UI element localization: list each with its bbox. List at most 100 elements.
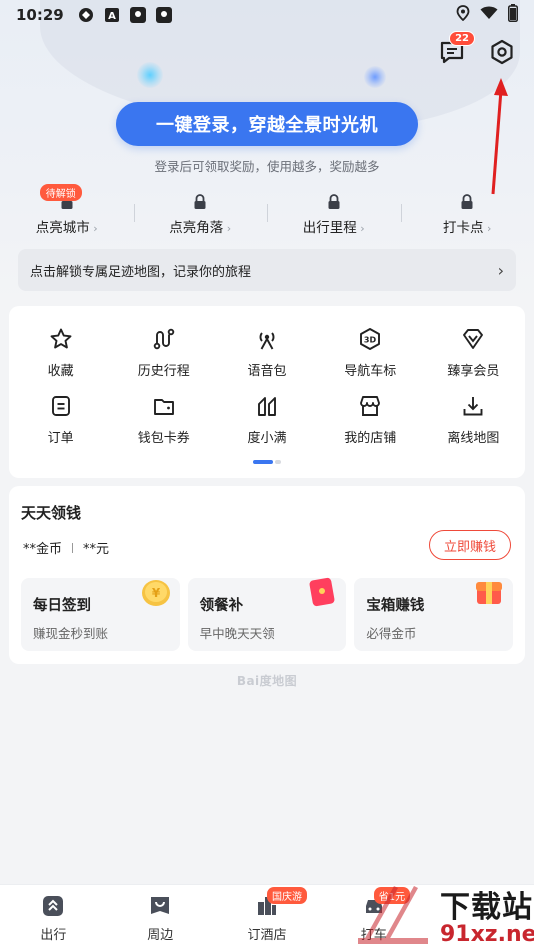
wallet-icon [151,393,177,419]
svg-text:A: A [108,11,116,22]
watermark-title: 下载站 [440,890,533,925]
status-time: 10:29 [16,6,64,24]
coin-icon: ¥ [141,580,170,606]
tab-travel[interactable]: 出行 [0,885,107,950]
tab-hotel[interactable]: 国庆游 订酒店 [214,885,321,950]
unlock-footprint-map-banner[interactable]: 点击解锁专属足迹地图，记录你的旅程 › [18,249,516,291]
pager-dot-active [253,460,273,464]
store-icon [357,393,383,419]
unlock-banner-text: 点击解锁专属足迹地图，记录你的旅程 [30,264,252,280]
route-icon [151,326,177,352]
stat-travel-mileage[interactable]: 出行里程 [267,192,401,236]
a-icon: A [104,7,121,24]
stat-badge: 待解锁 [39,184,82,201]
red-envelope-icon [309,577,335,607]
task-subtitle: 早中晚天天领 [199,626,275,641]
grid-item-label: 离线地图 [447,431,500,446]
lock-icon [461,194,473,209]
grid-item-favorites[interactable]: 收藏 [9,326,112,379]
tab-nearby[interactable]: 周边 [107,885,214,950]
lock-icon [194,194,206,209]
grid-item-my-store[interactable]: 我的店铺 [319,393,422,446]
annotation-arrow [491,78,508,195]
settings-hexagon-icon [491,39,513,65]
login-subtitle: 登录后可领取奖励，使用越多，奖励越多 [154,159,380,174]
divider [72,542,74,553]
grid-item-label: 臻享会员 [447,364,500,379]
task-meal-subsidy[interactable]: 领餐补 早中晚天天领 [187,577,347,651]
settings-button[interactable] [488,38,516,66]
grid-item-label: 语音包 [247,364,287,379]
earn-now-button[interactable]: 立即赚钱 [429,530,511,560]
travel-icon [40,893,66,919]
daily-earn-card: 天天领钱 **金币 **元 立即赚钱 每日签到 赚现金秒到账 ¥ 领餐补 早中晚… [9,486,525,664]
svg-text:¥: ¥ [151,586,160,600]
grid-item-nav-car[interactable]: 3D 导航车标 [319,326,422,379]
grid-item-duxiaoman[interactable]: 度小满 [215,393,318,446]
grid-item-orders[interactable]: 订单 [9,393,112,446]
stat-light-city[interactable]: 待解锁 点亮城市 [0,184,134,236]
earn-tasks: 每日签到 赚现金秒到账 ¥ 领餐补 早中晚天天领 宝箱赚钱 必得金币 [21,577,514,651]
stat-label: 打卡点 [443,216,491,236]
map-glow-dot [137,62,163,88]
grid-item-label: 订单 [47,431,74,446]
duxiaoman-icon [254,393,280,419]
watermark-logo [358,886,428,944]
site-watermark: 下载站 91xz.net [354,880,534,950]
task-treasure-box[interactable]: 宝箱赚钱 必得金币 [354,578,514,651]
voice-icon [254,326,280,352]
diamond-icon [460,326,486,352]
stat-label: 点亮城市 [36,216,98,236]
stat-label: 点亮角落 [169,216,231,236]
svg-text:3D: 3D [364,336,377,345]
messages-button[interactable]: 22 [438,31,475,66]
map-glow-dot [364,66,386,88]
grid-item-vip[interactable]: 臻享会员 [422,326,525,379]
coin-balance: **金币 [23,542,63,557]
stat-light-corner[interactable]: 点亮角落 [133,192,268,236]
star-icon [48,326,74,352]
map-pin-icon [156,7,173,24]
earn-balance: **金币 **元 [23,538,109,557]
location-icon [456,5,470,25]
3d-car-icon: 3D [357,326,383,352]
status-bar: 10:29 A [0,0,534,30]
treasure-box-icon [476,582,503,604]
grid-pager [253,460,281,464]
tab-label: 订酒店 [247,928,287,943]
earn-title: 天天领钱 [21,504,82,522]
stat-label: 出行里程 [303,216,365,236]
nearby-icon [147,893,173,919]
grid-item-history[interactable]: 历史行程 [112,326,215,379]
sync-icon [78,7,95,24]
grid-item-label: 我的店铺 [344,431,397,446]
baidu-map-logo: Bai度地图 [236,674,298,688]
grid-item-offline-map[interactable]: 离线地图 [422,393,525,446]
stat-checkin-points[interactable]: 打卡点 [400,192,534,236]
task-daily-checkin[interactable]: 每日签到 赚现金秒到账 ¥ [21,578,180,651]
task-subtitle: 赚现金秒到账 [33,626,109,641]
footprint-stats: 待解锁 点亮城市 点亮角落 出行里程 打卡点 [0,184,534,236]
tab-badge: 国庆游 [266,887,307,904]
header-actions: 22 [438,31,516,66]
tab-label: 出行 [40,928,67,943]
cash-balance: **元 [83,542,110,557]
one-click-login-button[interactable]: 一键登录，穿越全景时光机 [116,102,418,146]
messages-badge: 22 [449,31,475,46]
feature-grid-card: 收藏 历史行程 语音包 3D 导航车标 臻享会员 订单 钱包卡券 度小满 我的店… [9,306,525,478]
pager-dot [275,460,281,464]
grid-item-wallet[interactable]: 钱包卡券 [112,393,215,446]
chevron-right-icon: › [497,260,504,280]
map-pin-icon [130,7,147,24]
grid-item-label: 收藏 [47,364,74,379]
feature-grid: 收藏 历史行程 语音包 3D 导航车标 臻享会员 订单 钱包卡券 度小满 我的店… [9,306,525,446]
tab-label: 周边 [147,928,174,943]
grid-item-voice-pack[interactable]: 语音包 [215,326,318,379]
task-subtitle: 必得金币 [366,626,417,641]
grid-item-label: 度小满 [247,431,287,446]
grid-item-label: 历史行程 [137,364,190,379]
grid-item-label: 导航车标 [344,364,397,379]
watermark-domain: 91xz.net [440,922,534,947]
download-icon [460,393,486,419]
battery-icon [508,4,518,26]
